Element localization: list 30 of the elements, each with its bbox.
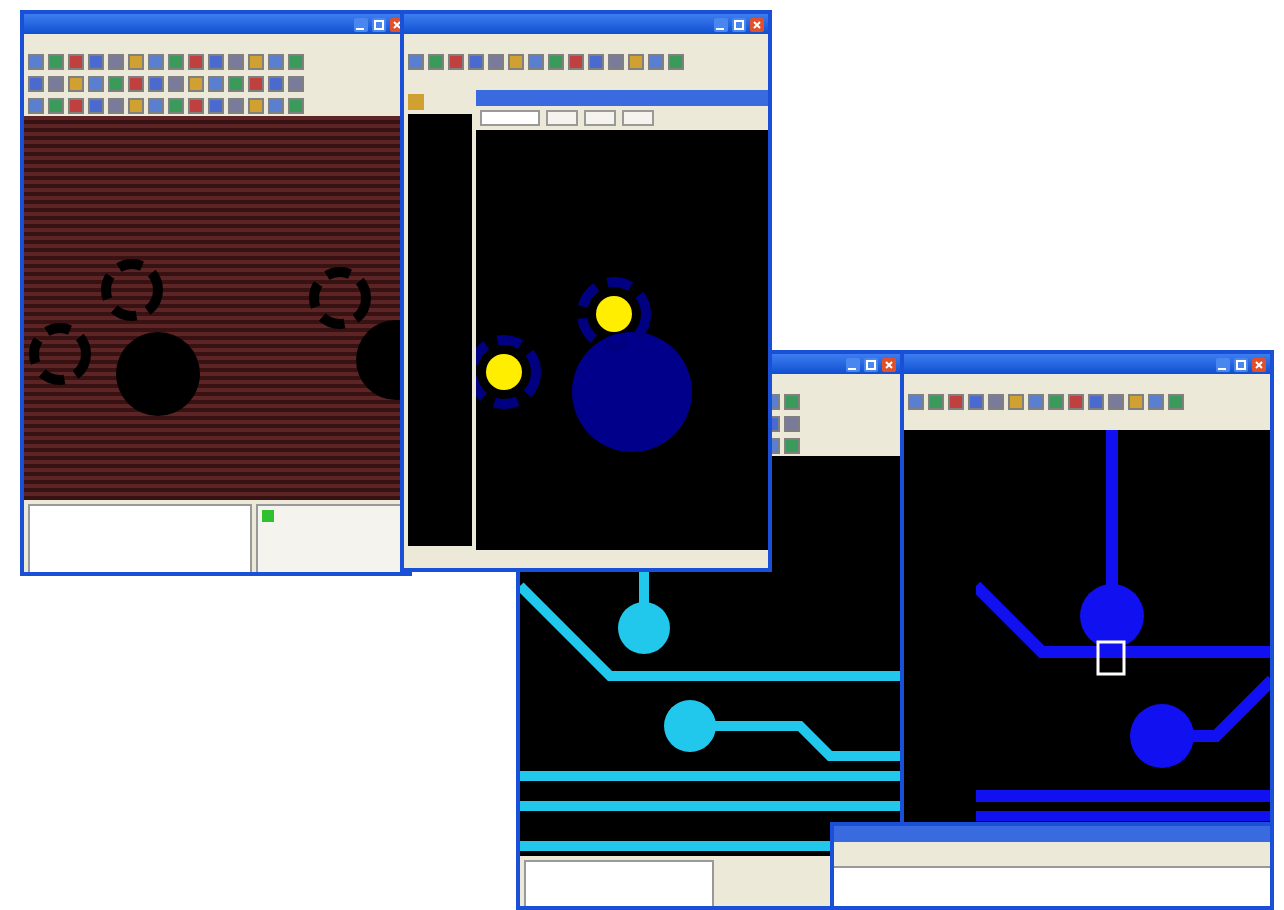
toolbar-button[interactable] — [584, 110, 616, 126]
minimize-icon[interactable] — [1216, 357, 1230, 371]
toolbar-button[interactable] — [546, 110, 578, 126]
pad — [1129, 704, 1194, 768]
pad — [664, 700, 716, 752]
pad-ring — [309, 267, 371, 329]
pad-ring — [577, 277, 651, 351]
maximize-icon[interactable] — [732, 17, 746, 31]
selection-box — [1096, 640, 1126, 676]
close-icon[interactable] — [882, 357, 896, 371]
via — [486, 354, 522, 390]
pad — [116, 332, 200, 416]
status-light-icon — [262, 510, 274, 522]
minimize-icon[interactable] — [714, 17, 728, 31]
maximize-icon[interactable] — [864, 357, 878, 371]
maximize-icon[interactable] — [1234, 357, 1248, 371]
input-field[interactable] — [480, 110, 540, 126]
toolbar-button[interactable] — [622, 110, 654, 126]
minimize-icon[interactable] — [846, 357, 860, 371]
close-icon[interactable] — [750, 17, 764, 31]
pad — [618, 602, 670, 654]
pad — [1079, 584, 1144, 648]
pad-ring — [476, 335, 541, 409]
pad-ring — [101, 259, 163, 321]
maximize-icon[interactable] — [372, 17, 386, 31]
close-icon[interactable] — [1252, 357, 1266, 371]
via — [596, 296, 632, 332]
pad-ring — [29, 323, 91, 385]
minimize-icon[interactable] — [354, 17, 368, 31]
pad — [572, 332, 692, 452]
